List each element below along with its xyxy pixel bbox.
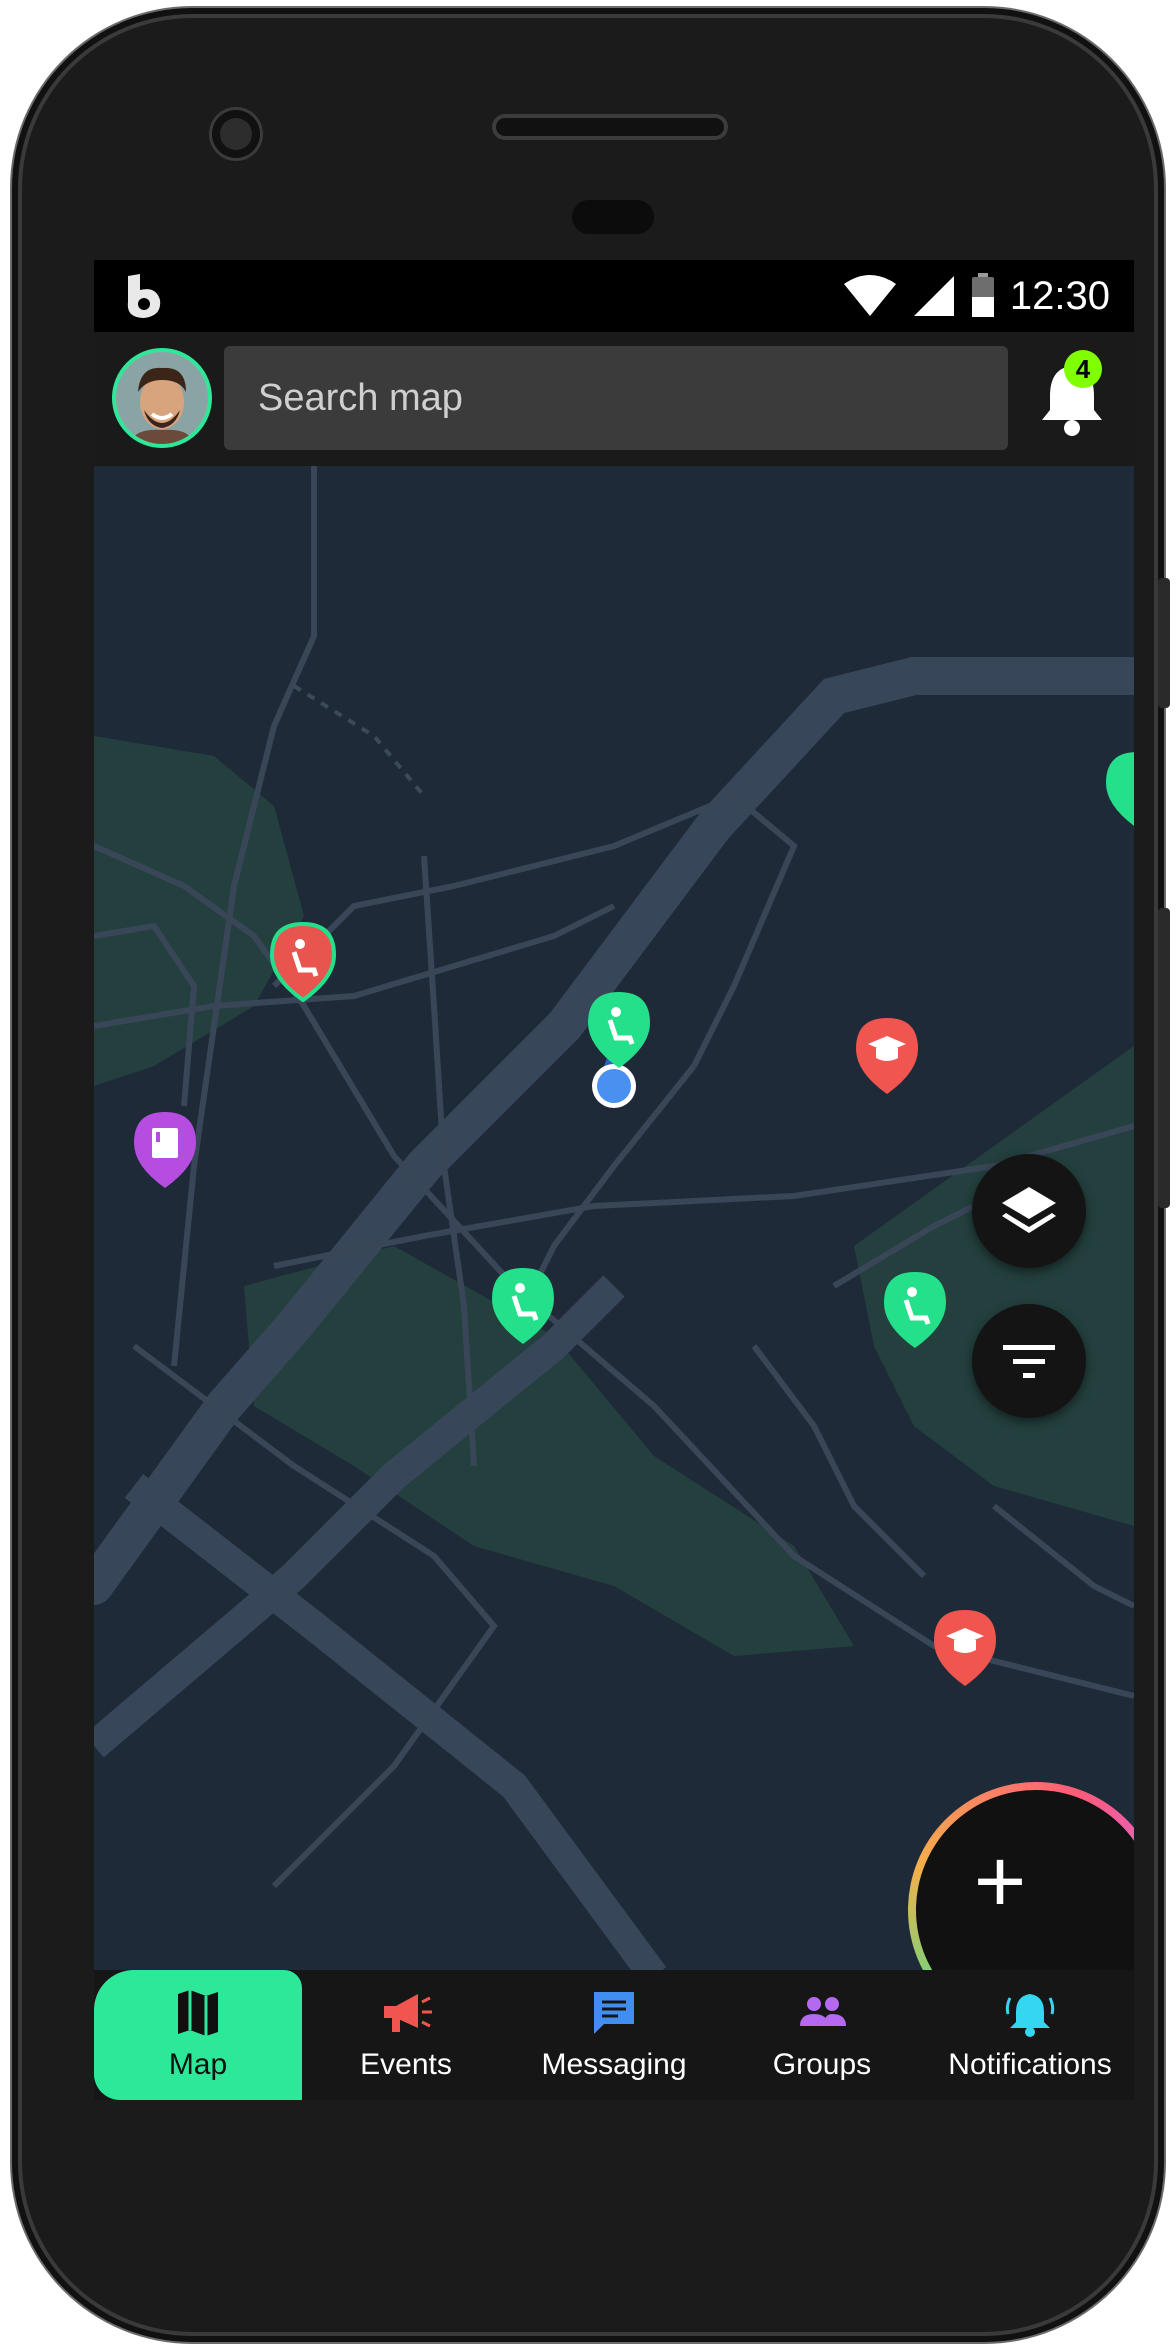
- bottom-navigation: Map Events Messaging Groups Notification…: [94, 1970, 1134, 2100]
- screen: 12:30 Search map 4 + Map Events Messagin…: [94, 260, 1134, 2100]
- plus-icon: +: [973, 1832, 1027, 1932]
- tab-map[interactable]: Map: [94, 1970, 302, 2100]
- earpiece-speaker: [492, 114, 728, 140]
- tab-label: Messaging: [541, 2048, 687, 2081]
- school-pin-icon[interactable]: [932, 1608, 998, 1688]
- layers-icon: [1002, 1187, 1056, 1233]
- proximity-sensor: [572, 200, 654, 234]
- status-bar: 12:30: [94, 260, 1134, 332]
- tab-events[interactable]: Events: [302, 1970, 510, 2100]
- tab-label: Map: [168, 2048, 228, 2081]
- filter-button[interactable]: [972, 1304, 1086, 1418]
- accessible-pin-icon[interactable]: [882, 1270, 948, 1350]
- volume-button: [1158, 578, 1170, 708]
- phone-frame: 12:30 Search map 4 + Map Events Messagin…: [22, 18, 1170, 2332]
- groups-icon: [800, 1997, 846, 2026]
- message-icon: [594, 1992, 634, 2034]
- tab-groups[interactable]: Groups: [718, 1970, 926, 2100]
- layers-button[interactable]: [972, 1154, 1086, 1268]
- tab-label: Groups: [772, 2048, 872, 2081]
- search-input[interactable]: Search map: [224, 346, 1008, 450]
- bell-icon: [1005, 1994, 1055, 2037]
- power-button: [1158, 908, 1170, 1208]
- wifi-icon: [843, 275, 896, 316]
- tab-label: Events: [360, 2048, 452, 2081]
- tab-label: Notifications: [948, 2048, 1112, 2081]
- megaphone-icon: [384, 1994, 432, 2032]
- tab-messaging[interactable]: Messaging: [510, 1970, 718, 2100]
- accessible-pin-icon[interactable]: [490, 1266, 556, 1346]
- accessible-pin-icon[interactable]: [269, 921, 337, 1003]
- app-bar: Search map 4: [94, 332, 1134, 466]
- battery-icon: [971, 273, 994, 317]
- tab-notifications[interactable]: Notifications: [926, 1970, 1134, 2100]
- profile-avatar[interactable]: [112, 348, 212, 448]
- book-pin-icon[interactable]: [132, 1110, 198, 1190]
- status-time: 12:30: [1009, 273, 1110, 318]
- app-logo-icon: [127, 274, 161, 318]
- school-pin-icon[interactable]: [854, 1016, 920, 1096]
- accessible-pin-icon[interactable]: [586, 990, 652, 1070]
- map-icon: [178, 1990, 218, 2036]
- signal-icon: [913, 276, 954, 316]
- front-camera: [212, 110, 260, 158]
- notification-badge: 4: [1064, 350, 1102, 388]
- filter-icon: [1003, 1345, 1055, 1378]
- accessible-pin-icon[interactable]: [1104, 750, 1134, 830]
- avatar-image: [116, 352, 208, 444]
